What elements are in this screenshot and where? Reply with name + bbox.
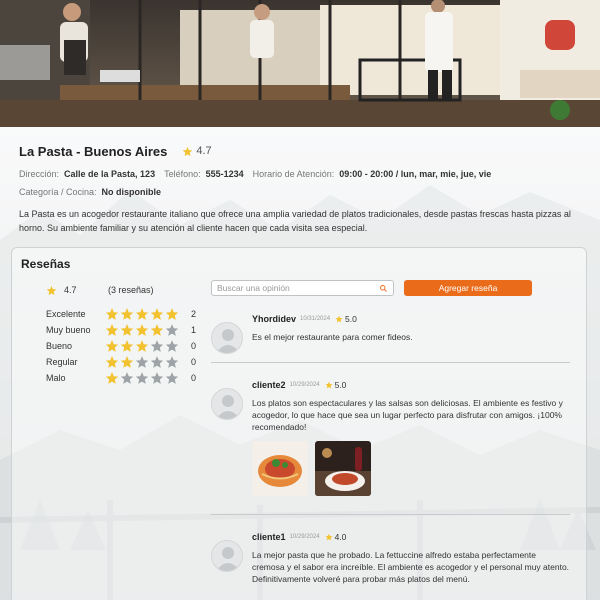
star-filled-icon — [120, 340, 133, 352]
star-empty-icon — [150, 340, 163, 352]
star-filled-icon — [135, 324, 148, 336]
reviews-title: Reseñas — [21, 257, 71, 271]
user-avatar-icon — [211, 322, 243, 354]
review-date: 10/29/2024 — [289, 534, 320, 540]
user-avatar-icon — [211, 540, 243, 572]
star-filled-icon — [105, 356, 118, 368]
search-icon[interactable] — [379, 284, 388, 293]
distribution-label: Bueno — [46, 341, 73, 351]
star-filled-icon — [135, 308, 148, 320]
review-photo[interactable] — [252, 441, 308, 496]
distribution-stars — [105, 371, 179, 385]
reviews-card: Reseñas 4.7 (3 reseñas) Excelente 2 Muy bu… — [11, 247, 587, 600]
category-value: No disponible — [101, 187, 162, 197]
star-filled-icon — [120, 324, 133, 336]
distribution-count: 1 — [190, 325, 196, 335]
distribution-stars — [105, 323, 179, 337]
review-text: Es el mejor restaurante para comer fideo… — [252, 332, 413, 342]
star-icon — [183, 146, 193, 156]
star-filled-icon — [120, 356, 133, 368]
distribution-count: 0 — [190, 357, 196, 367]
star-filled-icon — [105, 372, 118, 384]
average-rating: 4.7 — [64, 285, 77, 295]
distribution-row: Excelente 2 — [46, 306, 196, 322]
star-empty-icon — [135, 356, 148, 368]
star-icon — [46, 285, 57, 295]
review-text: La mejor pasta que he probado. La fettuc… — [252, 550, 570, 584]
review-count: (3 reseñas) — [108, 285, 154, 295]
star-filled-icon — [105, 308, 118, 320]
review-rating: 4.0 — [325, 532, 347, 542]
review-search-box[interactable] — [211, 280, 394, 296]
review-divider — [211, 514, 570, 515]
review-author: Yhordidev — [252, 314, 297, 324]
distribution-stars — [105, 355, 179, 369]
rating-summary: 4.7 (3 reseñas) Excelente 2 Muy bueno 1 Buen… — [46, 284, 196, 386]
star-empty-icon — [150, 372, 163, 384]
review-date: 10/31/2024 — [300, 316, 331, 322]
star-filled-icon — [120, 308, 133, 320]
category-row: Categoría / Cocina: No disponible — [19, 187, 589, 197]
address-value: Calle de la Pasta, 123 — [64, 169, 156, 179]
review-photo[interactable] — [315, 441, 371, 496]
star-empty-icon — [135, 372, 148, 384]
restaurant-name: La Pasta - Buenos Aires — [19, 143, 168, 159]
star-icon — [325, 533, 333, 541]
distribution-label: Regular — [46, 357, 78, 367]
distribution-stars — [105, 307, 179, 321]
address-label: Dirección: — [19, 169, 60, 179]
review-rating: 5.0 — [325, 380, 347, 390]
review-rating-value: 5.0 — [345, 314, 357, 324]
user-avatar-icon — [211, 388, 243, 420]
restaurant-rating-value: 4.7 — [196, 145, 212, 157]
star-empty-icon — [165, 372, 178, 384]
star-empty-icon — [165, 324, 178, 336]
restaurant-description: La Pasta es un acogedor restaurante ital… — [19, 209, 571, 233]
review-rating-value: 4.0 — [334, 532, 347, 542]
star-filled-icon — [150, 324, 163, 336]
distribution-count: 2 — [190, 309, 196, 319]
distribution-row: Regular 0 — [46, 354, 196, 370]
restaurant-rating: 4.7 — [182, 145, 212, 157]
rating-distribution: Excelente 2 Muy bueno 1 Bueno 0 Regular 0 Malo 0 — [46, 306, 196, 386]
star-filled-icon — [135, 340, 148, 352]
star-filled-icon — [150, 308, 163, 320]
distribution-row: Bueno 0 — [46, 338, 196, 354]
distribution-label: Muy bueno — [46, 325, 91, 335]
star-filled-icon — [165, 308, 178, 320]
category-label: Categoría / Cocina: — [19, 187, 97, 197]
star-empty-icon — [165, 356, 178, 368]
hours-value: 09:00 - 20:00 / lun, mar, mie, jue, vie — [339, 169, 492, 179]
restaurant-info: La Pasta - Buenos Aires 4.7 Dirección: C… — [19, 143, 589, 235]
distribution-label: Malo — [46, 373, 66, 383]
phone-label: Teléfono: — [164, 169, 201, 179]
distribution-count: 0 — [190, 341, 196, 351]
distribution-count: 0 — [190, 373, 196, 383]
star-icon — [335, 315, 343, 323]
review-date: 10/29/2024 — [289, 382, 320, 388]
distribution-row: Muy bueno 1 — [46, 322, 196, 338]
review-rating: 5.0 — [335, 314, 357, 324]
review-author: cliente2 — [252, 380, 286, 390]
review-photos — [252, 441, 371, 496]
star-filled-icon — [105, 340, 118, 352]
review-rating-value: 5.0 — [334, 380, 347, 390]
star-empty-icon — [165, 340, 178, 352]
distribution-row: Malo 0 — [46, 370, 196, 386]
distribution-label: Excelente — [46, 309, 86, 319]
distribution-stars — [105, 339, 179, 353]
review-search-input[interactable] — [217, 283, 379, 293]
phone-value: 555-1234 — [205, 169, 244, 179]
star-filled-icon — [105, 324, 118, 336]
star-empty-icon — [120, 372, 133, 384]
hours-label: Horario de Atención: — [252, 169, 335, 179]
review-text: Los platos son espectaculares y las sals… — [252, 398, 563, 432]
add-review-button[interactable]: Agregar reseña — [404, 280, 532, 296]
contact-row: Dirección: Calle de la Pasta, 123 Teléfo… — [19, 169, 589, 179]
star-icon — [325, 381, 333, 389]
review-author: cliente1 — [252, 532, 286, 542]
review-divider — [211, 362, 570, 363]
restaurant-hero-image — [0, 0, 600, 127]
star-empty-icon — [150, 356, 163, 368]
